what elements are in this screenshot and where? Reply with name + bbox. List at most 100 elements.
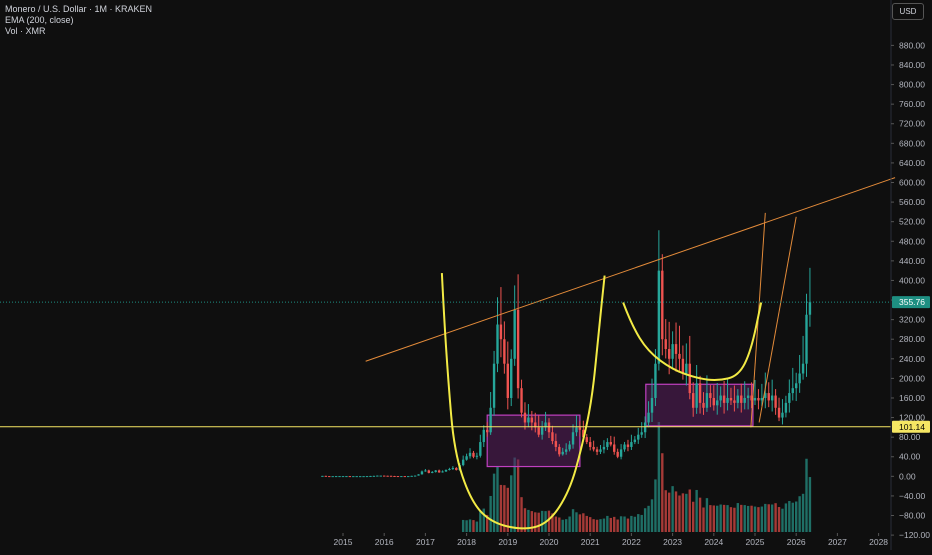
volume-bar xyxy=(794,501,798,532)
candle-body xyxy=(441,471,444,473)
candle-body xyxy=(561,451,564,455)
candle-body xyxy=(791,388,794,394)
candle-body xyxy=(417,474,420,476)
candle-body xyxy=(740,395,743,403)
y-tick-label: 200.00 xyxy=(899,373,925,383)
volume-bar xyxy=(760,506,764,532)
y-tick-label: 280.00 xyxy=(899,334,925,344)
volume-bar xyxy=(770,504,774,532)
x-tick-label: 2021 xyxy=(581,537,600,547)
volume-bar xyxy=(753,506,757,532)
candle-body xyxy=(331,476,334,478)
candle-body xyxy=(746,395,750,398)
price-chart[interactable]: 2015 2016 2017 2018 2019 2020 2021 2022 2023 2024… xyxy=(0,0,932,550)
legend-ema: EMA (200, close) xyxy=(5,15,74,25)
candle-body xyxy=(633,439,637,443)
volume-bar xyxy=(578,514,582,532)
volume-bar xyxy=(633,516,637,532)
candle-body xyxy=(503,339,506,364)
x-tick-label: 2020 xyxy=(540,537,559,547)
volume-bar xyxy=(582,513,585,532)
candle-body xyxy=(338,476,341,478)
candle-body xyxy=(575,427,578,433)
candle-body xyxy=(516,309,520,389)
volume-bar xyxy=(726,505,729,532)
volume-bar xyxy=(468,519,472,532)
x-axis: 2015 2016 2017 2018 2019 2020 2021 2022 2023 2024… xyxy=(334,533,888,547)
x-tick-label: 2023 xyxy=(663,537,682,547)
candle-body xyxy=(794,383,798,389)
y-tick-label: 320.00 xyxy=(899,315,925,325)
x-tick-label: 2018 xyxy=(457,537,476,547)
candle-body xyxy=(595,449,599,452)
cup-curve xyxy=(622,302,763,382)
volume-bar xyxy=(685,493,688,532)
currency-button[interactable]: USD xyxy=(892,3,924,20)
volume-bar xyxy=(657,422,661,532)
candle-body xyxy=(722,395,726,403)
volume-bar xyxy=(492,473,496,532)
volume-bar xyxy=(613,516,616,532)
candle-body xyxy=(461,459,465,466)
candle-body xyxy=(630,442,633,447)
last-price-label: 355.76 xyxy=(899,297,925,307)
candle-body xyxy=(427,470,431,473)
volume-bar xyxy=(808,477,812,532)
volume-bar xyxy=(647,505,650,532)
candle-body xyxy=(355,476,358,478)
volume-bar xyxy=(767,504,770,532)
volume-bar xyxy=(805,458,808,532)
candle-body xyxy=(551,432,554,442)
y-tick-label: 800.00 xyxy=(899,80,925,90)
candle-body xyxy=(362,476,365,478)
candle-body xyxy=(393,475,396,477)
candle-body xyxy=(321,475,324,477)
volume-bar xyxy=(746,505,750,532)
y-tick-label: 720.00 xyxy=(899,119,925,129)
y-tick-label: 680.00 xyxy=(899,138,925,148)
legend-symbol: Monero / U.S. Dollar · 1M · KRAKEN xyxy=(5,4,153,14)
candle-body xyxy=(619,449,623,457)
candle-body xyxy=(372,475,376,477)
y-tick-label: 520.00 xyxy=(899,217,925,227)
candle-body xyxy=(382,475,386,477)
candle-body xyxy=(434,470,437,472)
volume-bar xyxy=(791,502,794,532)
support-label: 101.14 xyxy=(899,422,925,432)
candle-body xyxy=(757,397,760,401)
legend-volume: Vol · XMR xyxy=(5,26,46,36)
candle-body xyxy=(733,400,736,403)
y-tick-label: 0.00 xyxy=(899,471,916,481)
y-tick-label: 640.00 xyxy=(899,158,925,168)
candle-body xyxy=(547,422,551,433)
volume-bar xyxy=(585,515,588,532)
volume-bar xyxy=(681,493,685,532)
y-tick-label: 600.00 xyxy=(899,178,925,188)
x-tick-label: 2027 xyxy=(828,537,847,547)
candle-body xyxy=(626,444,630,447)
y-tick-label: 880.00 xyxy=(899,40,925,50)
volume-bar xyxy=(709,505,712,532)
candle-body xyxy=(540,427,544,435)
candle-body xyxy=(647,412,650,423)
candle-body xyxy=(554,441,558,447)
volume-bar xyxy=(568,516,571,532)
volume-bar xyxy=(602,518,606,532)
candle-body xyxy=(523,412,527,423)
candle-body xyxy=(410,475,413,477)
candle-body xyxy=(424,470,427,472)
x-tick-label: 2026 xyxy=(787,537,806,547)
candle-body xyxy=(643,422,647,433)
volume-bar xyxy=(695,489,698,532)
candle-body xyxy=(496,324,499,364)
candle-body xyxy=(654,363,657,398)
volume-bar xyxy=(482,508,485,532)
volume-bar xyxy=(516,459,520,532)
candle-body xyxy=(492,363,496,408)
volume-bar xyxy=(722,504,726,532)
x-tick-label: 2028 xyxy=(869,537,888,547)
candle-body xyxy=(455,468,458,470)
volume-bar xyxy=(623,516,626,532)
volume-bar xyxy=(465,520,468,532)
chart-area[interactable]: 2015 2016 2017 2018 2019 2020 2021 2022 2023 2024… xyxy=(0,0,932,550)
